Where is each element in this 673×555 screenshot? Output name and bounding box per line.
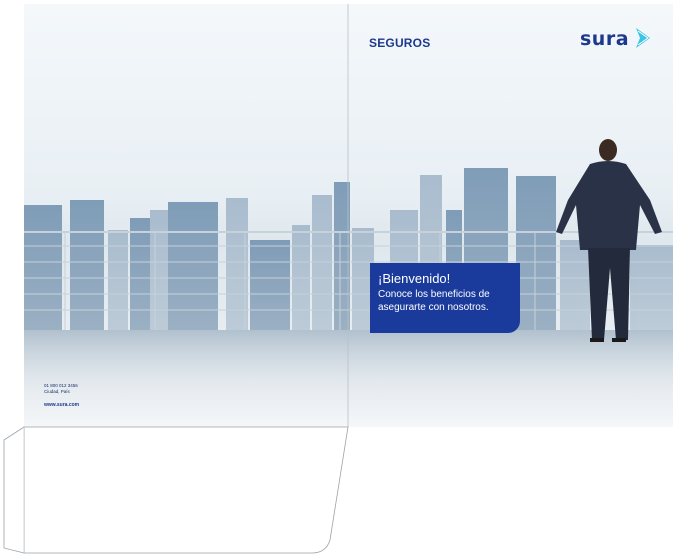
floor-reflection [24,330,673,390]
brand-label: SEGUROS [369,36,431,50]
welcome-line-1: Conoce los beneficios de [378,289,490,300]
city-country: Ciudad, País [44,389,70,394]
folder-artwork [3,4,673,554]
contact-info: 01 800 012 3456 Ciudad, País www.sura.co… [44,383,79,408]
folder-mockup: SEGUROS sura ¡Bienvenido! Conoce los ben… [0,0,673,555]
glue-tab [3,426,25,554]
welcome-body: Conoce los beneficios de asegurarte con … [378,288,514,314]
logo-wordmark: sura [580,28,630,50]
welcome-line-2: asegurarte con nosotros. [378,302,489,313]
pocket-flap [23,426,349,554]
welcome-banner: ¡Bienvenido! Conoce los beneficios de as… [370,263,520,333]
website-link: www.sura.com [44,402,80,408]
sura-logo: sura [580,26,629,52]
welcome-title: ¡Bienvenido! [378,271,451,286]
